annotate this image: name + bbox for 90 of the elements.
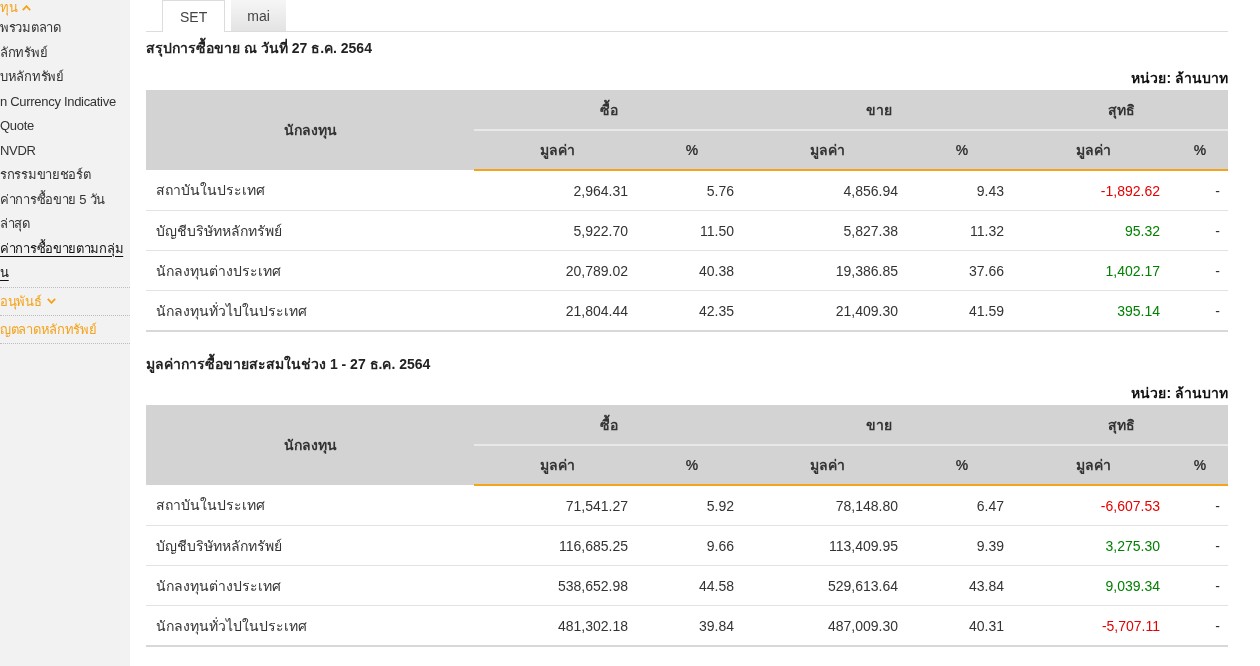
sidebar-link[interactable]: บหลักทรัพย์ [0, 65, 64, 90]
table-cell: - [1172, 605, 1228, 646]
column-header: มูลค่า [474, 445, 640, 485]
table-cell: -1,892.62 [1014, 170, 1172, 211]
column-header: % [910, 130, 1014, 170]
table-cell: 44.58 [640, 565, 744, 606]
column-header: มูลค่า [744, 130, 910, 170]
table-cell: บัญชีบริษัทหลักทรัพย์ [146, 525, 474, 566]
table-cell: 4,856.94 [744, 170, 910, 211]
column-header: ซื้อ [474, 90, 744, 130]
sidebar-link[interactable]: n Currency Indicative Quote [0, 89, 116, 139]
column-header: % [910, 445, 1014, 485]
column-header: มูลค่า [1014, 445, 1172, 485]
table-cell: 41.59 [910, 290, 1014, 331]
section-title: สรุปการซื้อขาย ณ วันที่ 27 ธ.ค. 2564 [146, 39, 372, 57]
table-cell: 5,827.38 [744, 210, 910, 251]
sidebar-link[interactable]: ลักทรัพย์ [0, 40, 48, 65]
column-header: มูลค่า [1014, 130, 1172, 170]
column-header: ขาย [744, 405, 1014, 445]
sidebar-link[interactable]: ค่าการซื้อขาย 5 วัน ล่าสุด [0, 187, 105, 237]
column-header: % [1172, 445, 1228, 485]
column-header: สุทธิ [1014, 405, 1228, 445]
table-cell: นักลงทุนทั่วไปในประเทศ [146, 290, 474, 331]
table-cell: นักลงทุนต่างประเทศ [146, 565, 474, 606]
table-cell: 395.14 [1014, 290, 1172, 331]
table-cell: 5,922.70 [474, 210, 640, 251]
table-cell: นักลงทุนทั่วไปในประเทศ [146, 605, 474, 646]
tab[interactable]: mai [231, 0, 286, 31]
table-cell: 5.76 [640, 170, 744, 211]
sidebar-link[interactable]: NVDR [0, 138, 36, 163]
table-cell: 529,613.64 [744, 565, 910, 606]
table-cell: 9.39 [910, 525, 1014, 566]
section-title: มูลค่าการซื้อขายสะสมในช่วง 1 - 27 ธ.ค. 2564 [146, 355, 431, 373]
table-cell: 19,386.85 [744, 250, 910, 291]
column-header: % [640, 130, 744, 170]
table-cell: 40.31 [910, 605, 1014, 646]
sidebar-link[interactable]: ค่าการซื้อขายตามกลุ่ม น [0, 236, 124, 286]
column-header: ขาย [744, 90, 1014, 130]
table-cell: - [1172, 565, 1228, 606]
table-cell: - [1172, 170, 1228, 211]
column-header: นักลงทุน [146, 90, 474, 170]
table-cell: 116,685.25 [474, 525, 640, 566]
table-cell: 11.32 [910, 210, 1014, 251]
table-cell: 21,409.30 [744, 290, 910, 331]
table-cell: สถาบันในประเทศ [146, 170, 474, 211]
column-header: นักลงทุน [146, 405, 474, 485]
column-header: ซื้อ [474, 405, 744, 445]
table-cell: 37.66 [910, 250, 1014, 291]
table-cell: 6.47 [910, 485, 1014, 526]
table-cell: 39.84 [640, 605, 744, 646]
table-cell: 5.92 [640, 485, 744, 526]
table-cell: 71,541.27 [474, 485, 640, 526]
table-cell: -6,607.53 [1014, 485, 1172, 526]
unit-label: หน่วย: ล้านบาท [1131, 69, 1228, 87]
table-cell: สถาบันในประเทศ [146, 485, 474, 526]
table-cell: -5,707.11 [1014, 605, 1172, 646]
column-header: มูลค่า [474, 130, 640, 170]
table-cell: 43.84 [910, 565, 1014, 606]
table-cell: 9.66 [640, 525, 744, 566]
table-cell: - [1172, 210, 1228, 251]
table-cell: 3,275.30 [1014, 525, 1172, 566]
table-cell: 2,964.31 [474, 170, 640, 211]
table-cell: นักลงทุนต่างประเทศ [146, 250, 474, 291]
sidebar-link[interactable]: รกรรมขายชอร์ต [0, 163, 91, 188]
table-cell: 113,409.95 [744, 525, 910, 566]
column-header: สุทธิ [1014, 90, 1228, 130]
unit-label: หน่วย: ล้านบาท [1131, 384, 1228, 402]
table-cell: - [1172, 485, 1228, 526]
table-cell: - [1172, 250, 1228, 291]
table-cell: 9.43 [910, 170, 1014, 211]
table-cell: 40.38 [640, 250, 744, 291]
table-cell: - [1172, 290, 1228, 331]
table-cell: 9,039.34 [1014, 565, 1172, 606]
sidebar-link[interactable]: พรวมตลาด [0, 16, 61, 41]
table-cell: 1,402.17 [1014, 250, 1172, 291]
table-cell: 481,302.18 [474, 605, 640, 646]
table-cell: บัญชีบริษัทหลักทรัพย์ [146, 210, 474, 251]
table-cell: 20,789.02 [474, 250, 640, 291]
table-cell: 538,652.98 [474, 565, 640, 606]
table-cell: 487,009.30 [744, 605, 910, 646]
table-cell: 11.50 [640, 210, 744, 251]
table-cell: - [1172, 525, 1228, 566]
tab[interactable]: SET [162, 0, 226, 32]
table-cell: 78,148.80 [744, 485, 910, 526]
column-header: มูลค่า [744, 445, 910, 485]
column-header: % [1172, 130, 1228, 170]
table-cell: 95.32 [1014, 210, 1172, 251]
table-cell: 21,804.44 [474, 290, 640, 331]
table-cell: 42.35 [640, 290, 744, 331]
column-header: % [640, 445, 744, 485]
